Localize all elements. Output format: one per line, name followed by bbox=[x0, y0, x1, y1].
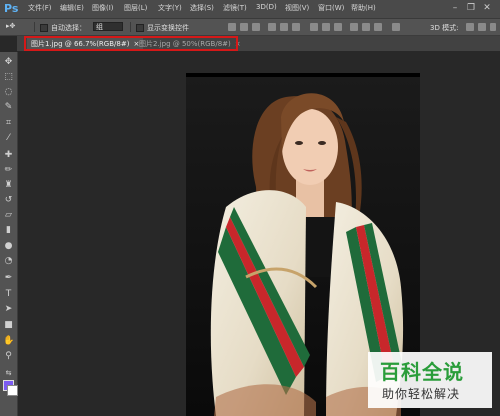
distribute-vcenter-icon[interactable] bbox=[322, 23, 330, 31]
shape-icon[interactable]: ■ bbox=[3, 320, 14, 331]
3d-pan-icon[interactable] bbox=[490, 23, 496, 31]
hand-icon[interactable]: ✋ bbox=[3, 336, 14, 347]
marquee-icon[interactable]: ⬚ bbox=[3, 72, 14, 83]
tab-image2[interactable]: 图片2.jpg @ 50%(RGB/8#) × bbox=[135, 38, 245, 50]
tab-label: 图片2.jpg @ 50%(RGB/8#) bbox=[139, 40, 231, 48]
menu-bar: Ps 文件(F) 编辑(E) 图像(I) 图层(L) 文字(Y) 选择(S) 滤… bbox=[0, 0, 500, 19]
distribute-right-icon[interactable] bbox=[374, 23, 382, 31]
watermark-subtitle: 助你轻松解决 bbox=[382, 387, 461, 401]
auto-select-checkbox[interactable] bbox=[40, 24, 48, 32]
type-icon[interactable]: T bbox=[3, 289, 14, 300]
close-window-button[interactable]: ✕ bbox=[481, 2, 493, 14]
close-tab-icon[interactable]: × bbox=[235, 40, 241, 48]
align-left-icon[interactable] bbox=[268, 23, 276, 31]
show-transform-checkbox[interactable] bbox=[136, 24, 144, 32]
distribute-bottom-icon[interactable] bbox=[334, 23, 342, 31]
tools-panel: ✥ ⬚ ◌ ✎ ⌗ ⁄ ✚ ✏ ♜ ↺ ▱ ▮ ● ◔ ✒ T ➤ ■ ✋ ⚲ … bbox=[0, 52, 18, 416]
swap-colors-icon[interactable]: ⇆ bbox=[3, 368, 14, 379]
show-transform-label: 显示变换控件 bbox=[147, 24, 189, 32]
pen-icon[interactable]: ✒ bbox=[3, 273, 14, 284]
restore-button[interactable]: ❐ bbox=[465, 2, 477, 14]
eraser-icon[interactable]: ▱ bbox=[3, 210, 14, 221]
align-right-icon[interactable] bbox=[292, 23, 300, 31]
menu-file[interactable]: 文件(F) bbox=[28, 3, 52, 13]
quick-select-icon[interactable]: ✎ bbox=[3, 102, 14, 113]
move-tool-preset-icon[interactable]: ▸✥ bbox=[6, 22, 15, 30]
crop-icon[interactable]: ⌗ bbox=[3, 118, 14, 129]
separator bbox=[34, 22, 35, 32]
options-bar: ▸✥ 自动选择： 组 显示变换控件 3D 模式: bbox=[0, 19, 500, 36]
align-bottom-icon[interactable] bbox=[252, 23, 260, 31]
photoshop-logo: Ps bbox=[4, 2, 19, 15]
menu-help[interactable]: 帮助(H) bbox=[351, 3, 376, 13]
background-color-swatch[interactable] bbox=[7, 385, 18, 396]
align-hcenter-icon[interactable] bbox=[280, 23, 288, 31]
3d-roll-icon[interactable] bbox=[478, 23, 486, 31]
minimize-button[interactable]: – bbox=[449, 2, 461, 14]
3d-rotate-icon[interactable] bbox=[466, 23, 474, 31]
stamp-icon[interactable]: ♜ bbox=[3, 180, 14, 191]
menu-view[interactable]: 视图(V) bbox=[285, 3, 309, 13]
watermark: 百科全说 助你轻松解决 bbox=[368, 352, 492, 408]
distribute-top-icon[interactable] bbox=[310, 23, 318, 31]
history-brush-icon[interactable]: ↺ bbox=[3, 195, 14, 206]
menu-select[interactable]: 选择(S) bbox=[190, 3, 214, 13]
menu-edit[interactable]: 编辑(E) bbox=[60, 3, 84, 13]
menu-filter[interactable]: 滤镜(T) bbox=[223, 3, 247, 13]
eyedropper-icon[interactable]: ⁄ bbox=[3, 133, 14, 144]
auto-align-icon[interactable] bbox=[392, 23, 400, 31]
zoom-icon[interactable]: ⚲ bbox=[3, 351, 14, 362]
align-top-icon[interactable] bbox=[228, 23, 236, 31]
align-vcenter-icon[interactable] bbox=[240, 23, 248, 31]
brush-icon[interactable]: ✏ bbox=[3, 165, 14, 176]
menu-window[interactable]: 窗口(W) bbox=[318, 3, 344, 13]
auto-select-dropdown[interactable]: 组 bbox=[93, 22, 123, 31]
move-icon[interactable]: ✥ bbox=[3, 57, 14, 68]
tab-label: 图片1.jpg @ 66.7%(RGB/8#) bbox=[31, 40, 130, 48]
3d-mode-label: 3D 模式: bbox=[430, 24, 459, 32]
healing-icon[interactable]: ✚ bbox=[3, 150, 14, 161]
watermark-title: 百科全说 bbox=[380, 360, 464, 384]
menu-image[interactable]: 图像(I) bbox=[92, 3, 114, 13]
tab-image1[interactable]: 图片1.jpg @ 66.7%(RGB/8#) × bbox=[27, 38, 144, 50]
menu-type[interactable]: 文字(Y) bbox=[158, 3, 182, 13]
dodge-icon[interactable]: ◔ bbox=[3, 256, 14, 267]
menu-3d[interactable]: 3D(D) bbox=[256, 3, 277, 11]
distribute-hcenter-icon[interactable] bbox=[362, 23, 370, 31]
distribute-left-icon[interactable] bbox=[350, 23, 358, 31]
menu-layer[interactable]: 图层(L) bbox=[124, 3, 147, 13]
document-tab-bar: 图片1.jpg @ 66.7%(RGB/8#) × 图片2.jpg @ 50%(R… bbox=[17, 36, 500, 51]
lasso-icon[interactable]: ◌ bbox=[3, 87, 14, 98]
path-select-icon[interactable]: ➤ bbox=[3, 304, 14, 315]
blur-icon[interactable]: ● bbox=[3, 241, 14, 252]
separator bbox=[130, 22, 131, 32]
gradient-icon[interactable]: ▮ bbox=[3, 225, 14, 236]
auto-select-label: 自动选择： bbox=[51, 24, 86, 32]
